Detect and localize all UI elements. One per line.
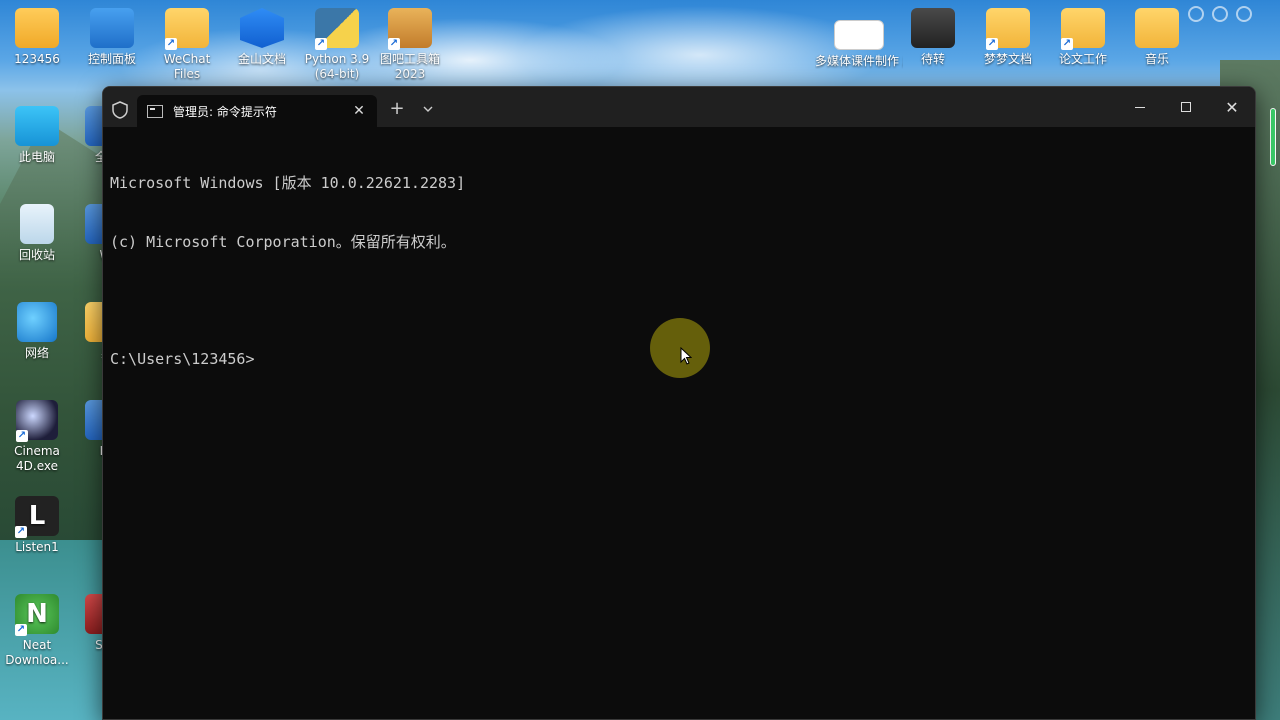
neat-download-icon: N ↗ [15,594,59,636]
desktop-icon-label: Listen1 [15,540,59,554]
desktop-icon-label: 回收站 [18,248,55,262]
close-tab-button[interactable]: ✕ [351,103,367,119]
desktop-icon-mengmeng-docs[interactable]: ↗ 梦梦文档 [971,8,1045,67]
python-icon: ↗ [315,8,359,50]
neat-glyph: N [26,599,48,629]
desktop-icon-user[interactable]: 123456 [0,8,74,67]
control-panel-icon [90,8,134,48]
minimize-button[interactable] [1117,87,1163,127]
dark-folder-icon [911,8,955,48]
desktop-icon-python[interactable]: ↗ Python 3.9 (64-bit) [300,8,374,82]
desktop-icon-label: 音乐 [1144,52,1169,66]
desktop-icon-wechat-files[interactable]: ↗ WeChat Files [150,8,224,82]
desktop-icon-listen1[interactable]: L ↗ Listen1 [0,496,74,555]
terminal-titlebar[interactable]: 管理员: 命令提示符 ✕ + ✕ [103,87,1255,127]
network-icon [17,302,57,342]
desktop-icon-toolbox[interactable]: ↗ 图吧工具箱 2023 [373,8,447,82]
desktop-icon-network[interactable]: 网络 [0,302,74,361]
desktop-icon-recycle-bin[interactable]: 回收站 [0,204,74,263]
shortcut-arrow-icon: ↗ [315,38,327,50]
kingsoft-docs-icon [240,8,284,48]
desktop-icon-label: 梦梦文档 [983,52,1032,66]
folder-icon: ↗ [1061,8,1105,50]
maximize-icon [1181,102,1191,112]
music-folder-icon [1135,8,1179,48]
desktop-icon-label: 123456 [14,52,60,66]
folder-icon: ↗ [986,8,1030,50]
shortcut-arrow-icon: ↗ [165,38,177,50]
listen1-glyph: L [28,501,46,531]
close-icon: ✕ [1225,97,1239,117]
document-thumbnail-icon [834,20,884,50]
tab-title: 管理员: 命令提示符 [173,104,277,119]
cinema4d-icon: ↗ [16,400,58,442]
desktop-icon-label: 多媒体课件制作 超级好p... [815,54,903,68]
desktop-icon-label: Neat Downloa... [5,638,69,667]
desktop-icon-neat-download[interactable]: N ↗ Neat Downloa... [0,594,74,668]
tab-dropdown-button[interactable] [418,99,438,119]
console-line: Microsoft Windows [版本 10.0.22621.2283] [110,174,466,192]
desktop-icon-label: WeChat Files [163,52,211,81]
desktop-icon-thesis-work[interactable]: ↗ 论文工作 [1046,8,1120,67]
recycle-bin-icon [20,204,54,244]
desktop-icon-daizhuan[interactable]: 待转 [896,8,970,67]
desktop-icon-label: 图吧工具箱 2023 [379,52,440,81]
desktop-icon-this-pc[interactable]: 此电脑 [0,106,74,165]
desktop-scroll-indicator [1270,108,1276,166]
user-folder-icon [15,8,59,48]
window-controls: ✕ [1117,87,1255,127]
desktop-overlay-icons [1188,6,1252,22]
desktop-icon-label: 控制面板 [87,52,136,66]
desktop-icon-label: 金山文档 [237,52,286,66]
new-tab-button[interactable]: + [387,99,407,119]
shortcut-arrow-icon: ↗ [15,526,27,538]
desktop-icon-label: Python 3.9 (64-bit) [304,52,370,81]
this-pc-icon [15,106,59,146]
desktop-icon-label: Cinema 4D.exe [14,444,60,473]
terminal-icon [147,104,163,118]
desktop-icon-kingsoft-docs[interactable]: 金山文档 [225,8,299,67]
tab-command-prompt[interactable]: 管理员: 命令提示符 ✕ [137,95,377,127]
desktop-icon-multimedia-doc[interactable]: 多媒体课件制作 超级好p... [815,20,903,69]
desktop-icon-music[interactable]: 音乐 [1120,8,1194,67]
desktop-icon-label: 网络 [24,346,49,360]
console-line: (c) Microsoft Corporation。保留所有权利。 [110,232,456,251]
shortcut-arrow-icon: ↗ [16,430,28,442]
chevron-down-icon [423,106,433,112]
shortcut-arrow-icon: ↗ [15,624,27,636]
shortcut-arrow-icon: ↗ [1061,38,1073,50]
overlay-circle-icon [1236,6,1252,22]
desktop-icon-cinema4d[interactable]: ↗ Cinema 4D.exe [0,400,74,474]
overlay-circle-icon [1212,6,1228,22]
desktop-icon-label: 论文工作 [1058,52,1107,66]
minimize-icon [1135,106,1145,108]
desktop-icon-control-panel[interactable]: 控制面板 [75,8,149,67]
desktop-icon-label: 此电脑 [18,150,55,164]
shortcut-arrow-icon: ↗ [986,38,998,50]
terminal-window[interactable]: 管理员: 命令提示符 ✕ + ✕ Microsoft Windows [版本 1… [102,86,1256,720]
toolbox-icon: ↗ [388,8,432,50]
folder-icon: ↗ [165,8,209,50]
close-window-button[interactable]: ✕ [1209,87,1255,127]
shortcut-arrow-icon: ↗ [388,38,400,50]
listen1-icon: L ↗ [15,496,59,538]
shield-icon [112,101,128,119]
mouse-pointer-icon [680,347,692,365]
desktop-icon-label: 待转 [920,52,945,66]
maximize-button[interactable] [1163,87,1209,127]
